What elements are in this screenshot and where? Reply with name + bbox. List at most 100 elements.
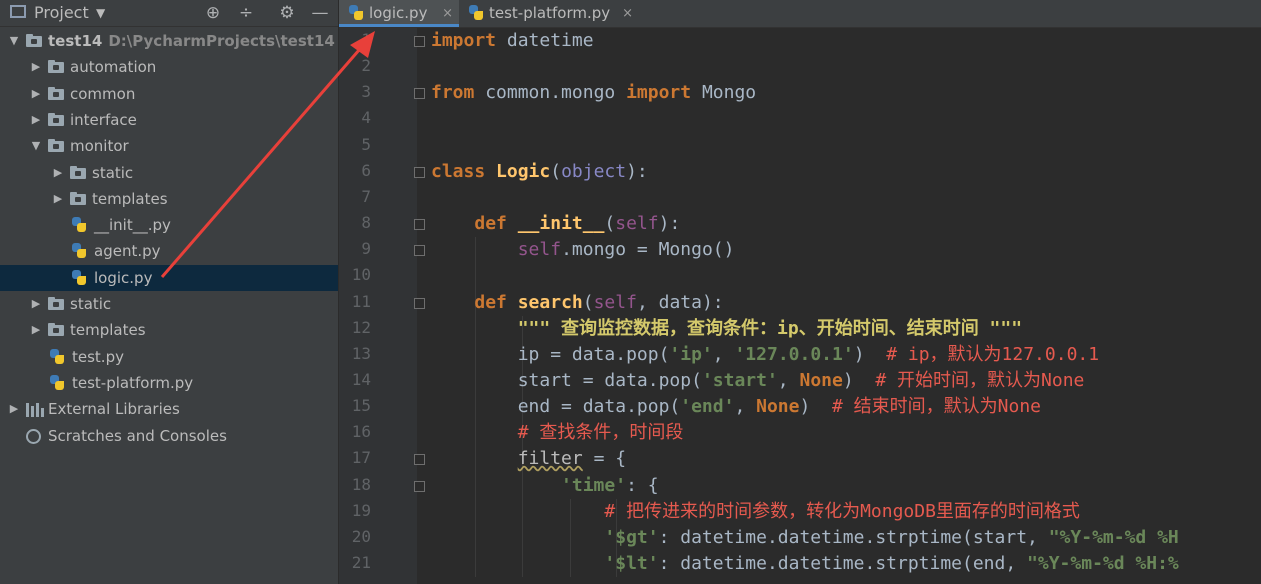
line-number: 12 — [351, 317, 371, 337]
code-token: common.mongo — [474, 82, 627, 104]
tree-item[interactable]: agent.py — [0, 238, 338, 264]
code-token: search — [517, 291, 583, 313]
tree-item-name: interface — [70, 110, 137, 129]
fold-marker-icon[interactable] — [414, 36, 425, 47]
library-icon — [26, 403, 44, 418]
fold-marker-icon[interactable] — [414, 245, 425, 257]
tab-test-platform-py[interactable]: test-platform.py × — [459, 0, 639, 27]
tree-item[interactable]: ▼ test14 D:\PycharmProjects\test14 — [0, 28, 338, 54]
tree-item[interactable]: ▶ templates — [0, 317, 338, 343]
tree-item[interactable]: test-platform.py — [0, 370, 338, 396]
tree-item-label: static — [92, 160, 133, 186]
code-token: # 把传进来的时间参数，转化为MongoDB里面存的时间格式 — [604, 500, 1080, 522]
tree-item-name: automation — [70, 58, 157, 77]
chevron-right-icon[interactable]: ▶ — [30, 107, 42, 133]
python-file-icon — [50, 348, 64, 365]
tree-item[interactable]: ▶ templates — [0, 186, 338, 212]
line-number: 13 — [351, 343, 371, 363]
folder-icon — [48, 139, 64, 153]
code-token: object — [561, 160, 627, 182]
chevron-down-icon[interactable]: ▼ — [96, 0, 105, 26]
code-line: from common.mongo import Mongo — [431, 80, 756, 106]
fold-marker-icon[interactable] — [414, 219, 425, 231]
tree-item[interactable]: ▶ common — [0, 81, 338, 107]
code-token: None — [799, 369, 843, 391]
fold-marker-icon[interactable] — [414, 480, 425, 492]
tree-item[interactable]: ▶ static — [0, 291, 338, 317]
fold-marker-icon[interactable] — [414, 454, 425, 466]
code-token: # 查找条件，时间段 — [517, 422, 684, 444]
chevron-right-icon[interactable]: ▶ — [30, 81, 42, 107]
code-token: Logic — [496, 160, 551, 182]
chevron-down-icon[interactable]: ▼ — [30, 133, 42, 159]
code-token: ): — [626, 160, 648, 182]
tree-item[interactable]: logic.py — [0, 264, 338, 291]
chevron-right-icon[interactable]: ▶ — [30, 291, 42, 317]
tree-item-label: automation — [70, 54, 156, 80]
tree-item-label: common — [70, 81, 135, 107]
tree-item-label: static — [70, 291, 111, 317]
code-token: __init__ — [517, 213, 605, 235]
chevron-right-icon[interactable]: ▶ — [30, 317, 42, 343]
line-number: 14 — [351, 369, 371, 389]
code-token: None — [756, 396, 800, 418]
line-number: 7 — [361, 186, 371, 206]
fold-marker-icon[interactable] — [414, 166, 425, 178]
code-line: ip = data.pop('ip', '127.0.0.1') # ip，默认… — [431, 342, 1099, 368]
tree-item[interactable]: ▼ monitor — [0, 133, 338, 159]
tree-item[interactable]: ▶ automation — [0, 54, 338, 80]
code-token: "%Y-%m-%d %H:% — [1027, 553, 1179, 574]
code-token: : datetime.datetime.strptime(start, — [658, 526, 1049, 548]
chevron-right-icon[interactable]: ▶ — [52, 186, 64, 212]
chevron-right-icon[interactable]: ▶ — [8, 396, 20, 422]
tree-item[interactable]: ▶ interface — [0, 107, 338, 133]
tab-label: logic.py — [369, 4, 428, 22]
code-token: import — [626, 82, 692, 104]
line-number: 15 — [351, 396, 371, 416]
line-number: 9 — [361, 239, 371, 259]
tree-item[interactable]: Scratches and Consoles — [0, 423, 338, 449]
tree-item-label: __init__.py — [94, 212, 171, 238]
folder-icon — [48, 323, 64, 337]
code-token: : datetime.datetime.strptime(end, — [658, 553, 1028, 574]
code-token: ) — [799, 396, 832, 418]
hide-icon[interactable]: — — [309, 0, 331, 26]
locate-icon[interactable]: ⊕ — [202, 0, 224, 26]
close-icon[interactable]: × — [442, 0, 453, 27]
chevron-down-icon[interactable]: ▼ — [8, 28, 20, 54]
code-token: import — [431, 30, 497, 51]
code-token: , — [734, 396, 757, 418]
code-token: 'start' — [701, 369, 778, 391]
code-token: "%Y-%m-%d %H — [1048, 526, 1179, 548]
chevron-right-icon[interactable]: ▶ — [52, 160, 64, 186]
fold-marker-icon[interactable] — [414, 297, 425, 309]
fold-marker-icon[interactable] — [414, 88, 425, 100]
close-icon[interactable]: × — [622, 0, 633, 27]
folder-icon — [26, 34, 42, 47]
gear-icon[interactable]: ⚙ — [276, 0, 298, 26]
tab-label: test-platform.py — [489, 4, 611, 22]
collapse-icon[interactable]: ÷ — [235, 0, 257, 26]
tree-item[interactable]: ▶ static — [0, 160, 338, 186]
tree-item[interactable]: ▶ External Libraries — [0, 396, 338, 422]
python-file-icon — [72, 269, 86, 286]
chevron-right-icon[interactable]: ▶ — [30, 54, 42, 80]
line-number-gutter: 1 2 3 4 5 6 7 8 9 10 11 12 13 14 15 16 17 18 19 20 21 — [339, 28, 425, 584]
line-number: 1 — [361, 30, 371, 49]
code-token: self — [517, 239, 562, 261]
code-token: self — [615, 213, 659, 235]
code-token: , — [712, 343, 735, 365]
tree-item[interactable]: test.py — [0, 344, 338, 370]
code-token: ( — [582, 291, 594, 313]
line-number: 10 — [351, 265, 371, 285]
folder-icon — [48, 112, 64, 126]
tree-item-name: __init__.py — [94, 216, 171, 235]
tree-item-name: test.py — [72, 347, 124, 366]
tab-logic-py[interactable]: logic.py × — [339, 0, 459, 27]
project-view-title[interactable]: Project — [34, 0, 89, 26]
line-number: 11 — [351, 291, 371, 311]
tree-item[interactable]: __init__.py — [0, 212, 338, 238]
